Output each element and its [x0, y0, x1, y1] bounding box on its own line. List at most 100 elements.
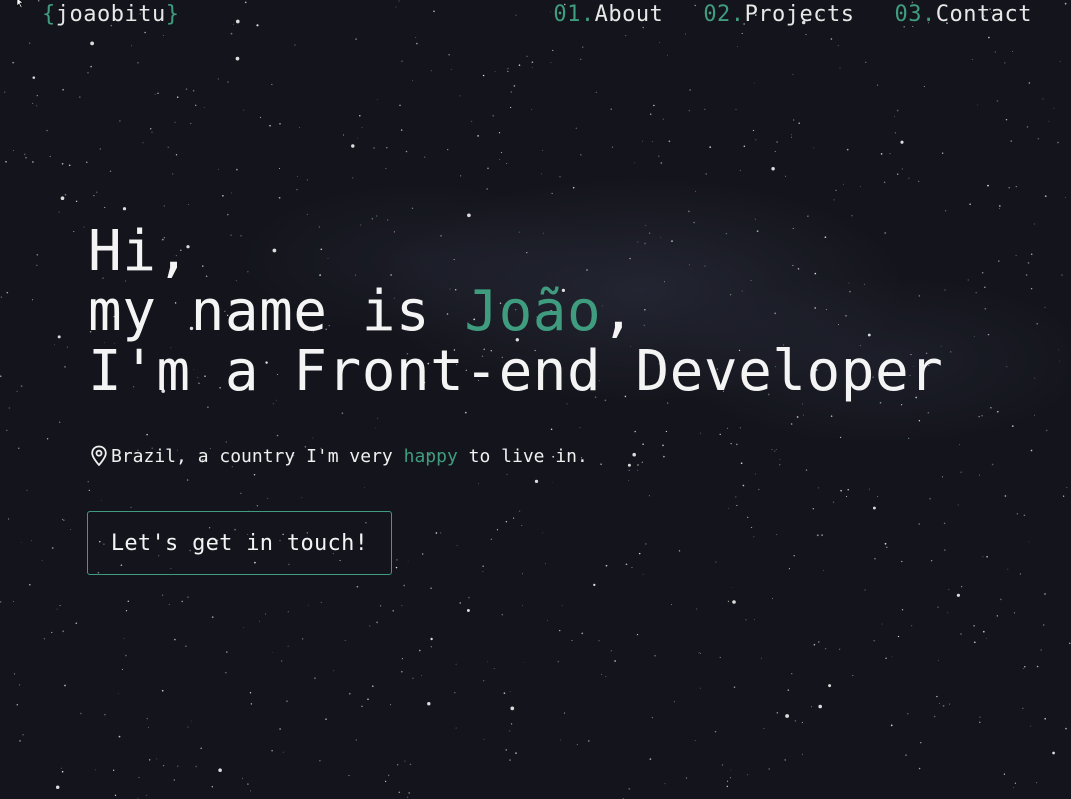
star: [1066, 486, 1068, 489]
star: [408, 792, 411, 794]
star: [881, 623, 883, 625]
star: [684, 33, 687, 35]
star: [392, 609, 395, 612]
star: [522, 573, 523, 575]
star: [448, 54, 450, 56]
star: [36, 105, 38, 107]
star: [868, 488, 871, 490]
star: [46, 438, 49, 440]
star: [122, 207, 127, 211]
star: [531, 61, 534, 63]
star: [776, 712, 779, 714]
star: [911, 625, 913, 627]
star: [282, 751, 284, 753]
star: [75, 200, 78, 203]
star: [430, 646, 432, 648]
star: [688, 110, 690, 112]
nav-link-contact[interactable]: 03.Contact: [895, 2, 1032, 27]
star: [704, 108, 706, 111]
star: [726, 780, 729, 782]
star: [424, 156, 426, 158]
star: [341, 412, 344, 415]
star: [279, 122, 281, 125]
star: [18, 447, 20, 449]
logo-text: joaobitu: [55, 2, 166, 27]
star: [379, 605, 382, 607]
star: [137, 62, 139, 64]
star: [790, 423, 793, 425]
star: [812, 508, 814, 510]
star: [798, 122, 800, 125]
star: [509, 730, 511, 732]
star: [397, 764, 399, 766]
star: [494, 71, 496, 73]
star: [109, 170, 112, 172]
star: [348, 774, 350, 777]
contact-cta-button[interactable]: Let's get in touch!: [87, 511, 392, 575]
star: [945, 210, 947, 212]
star: [333, 670, 335, 672]
star: [377, 417, 379, 419]
star: [818, 641, 820, 643]
star: [20, 385, 23, 387]
star: [1036, 322, 1039, 325]
star: [403, 584, 406, 587]
star: [243, 109, 245, 111]
star: [772, 597, 773, 599]
star: [271, 750, 273, 752]
star: [506, 163, 508, 165]
star: [376, 621, 378, 624]
star: [242, 777, 243, 779]
star: [87, 481, 89, 483]
star: [654, 654, 656, 657]
nav-link-about[interactable]: 01.About: [553, 2, 663, 27]
mouse-cursor-icon: [16, 0, 24, 8]
star: [1026, 126, 1029, 128]
star: [845, 496, 848, 498]
star: [314, 677, 316, 680]
star: [900, 404, 903, 406]
star: [839, 436, 842, 439]
star: [506, 473, 508, 475]
star: [774, 450, 776, 452]
star: [977, 104, 978, 106]
star: [905, 754, 907, 756]
star: [459, 602, 461, 604]
star: [460, 175, 462, 177]
star: [673, 701, 675, 703]
star: [307, 604, 309, 606]
hero-role: I'm a Front-end Developer: [88, 339, 944, 404]
star: [176, 96, 179, 98]
star: [186, 479, 189, 481]
star: [276, 434, 279, 437]
star: [700, 653, 701, 655]
star: [247, 783, 249, 785]
star: [559, 176, 561, 178]
site-logo[interactable]: {joaobitu}: [42, 2, 179, 27]
star: [57, 335, 61, 339]
star: [747, 774, 749, 776]
star: [605, 564, 608, 567]
star: [996, 410, 999, 413]
star: [852, 675, 854, 677]
star: [389, 704, 391, 706]
star: [941, 152, 944, 154]
star: [648, 495, 650, 497]
star: [559, 629, 561, 632]
star: [1013, 787, 1015, 788]
star: [743, 145, 746, 148]
star: [658, 155, 660, 157]
star: [579, 427, 581, 429]
star: [344, 640, 346, 641]
star: [433, 10, 435, 13]
star: [731, 587, 733, 588]
star: [824, 647, 827, 650]
star: [6, 291, 9, 294]
star: [721, 764, 724, 766]
star: [1059, 360, 1061, 362]
star: [244, 1, 247, 4]
star: [982, 556, 984, 558]
star: [793, 119, 795, 121]
star: [660, 162, 663, 164]
nav-link-projects[interactable]: 02.Projects: [703, 2, 854, 27]
